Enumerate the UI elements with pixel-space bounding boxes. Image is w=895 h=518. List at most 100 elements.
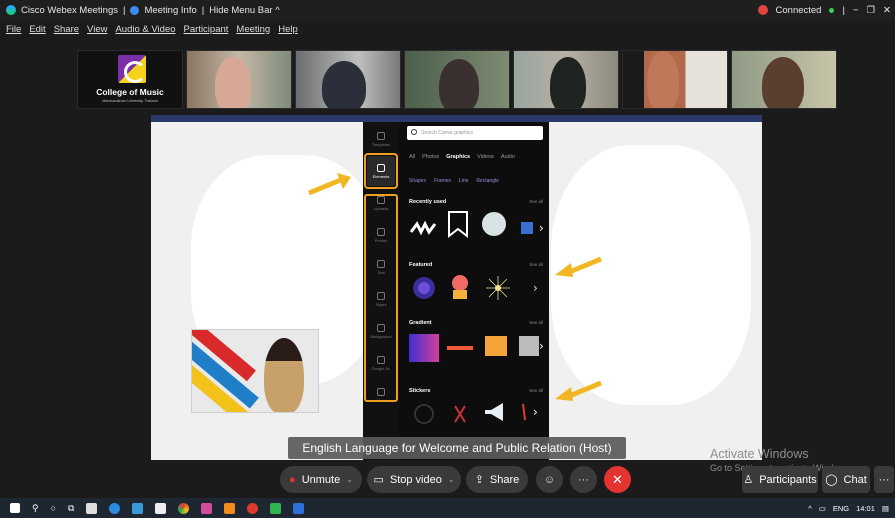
webex-logo-icon: [6, 5, 16, 15]
bookmark-graphic[interactable]: [443, 210, 473, 238]
minimize-button[interactable]: −: [853, 5, 859, 16]
sticker-graphic[interactable]: [445, 400, 475, 428]
participant-tile[interactable]: [622, 50, 728, 109]
svg-text:›: ›: [533, 281, 538, 295]
tab-photos[interactable]: Photos: [422, 154, 439, 160]
participant-tile[interactable]: [513, 50, 619, 109]
see-all-link[interactable]: See all: [529, 262, 543, 267]
participant-tile[interactable]: [186, 50, 292, 109]
presenter-person: [264, 338, 304, 412]
chevron-down-icon[interactable]: ⌄: [448, 475, 455, 484]
sparkle-graphic[interactable]: [483, 274, 513, 302]
sticker-graphic[interactable]: [409, 400, 439, 428]
webex-taskbar-icon[interactable]: [293, 502, 305, 514]
store-icon[interactable]: [86, 502, 98, 514]
presenter-video[interactable]: [191, 329, 319, 413]
chip-shapes[interactable]: Shapes: [409, 178, 426, 184]
app-icon[interactable]: [224, 502, 236, 514]
edge-icon[interactable]: [109, 502, 121, 514]
chip-line[interactable]: Line: [459, 178, 468, 184]
gradient-square-graphic[interactable]: [409, 334, 439, 362]
menu-participant[interactable]: Participant: [184, 24, 229, 35]
mail-icon[interactable]: [132, 502, 144, 514]
menu-meeting[interactable]: Meeting: [236, 24, 270, 35]
search-icon: [411, 129, 417, 135]
tab-all[interactable]: All: [409, 154, 415, 160]
tab-audio[interactable]: Audio: [501, 154, 515, 160]
menu-edit[interactable]: Edit: [29, 24, 45, 35]
app-icon[interactable]: [201, 502, 213, 514]
share-button[interactable]: ⇪ Share: [466, 466, 528, 493]
gradient-frame-graphic[interactable]: ›: [517, 332, 547, 360]
chevron-right-icon[interactable]: ›: [517, 398, 547, 426]
chrome-icon[interactable]: [178, 502, 190, 514]
menu-file[interactable]: File: [6, 24, 21, 35]
more-options-button[interactable]: ···: [570, 466, 597, 493]
menu-view[interactable]: View: [87, 24, 107, 35]
rail-templates[interactable]: Templates: [367, 124, 395, 154]
elements-panel: Search Canva graphics All Photos Graphic…: [403, 122, 549, 460]
app-icon[interactable]: [270, 502, 282, 514]
chip-rectangle[interactable]: Rectangle: [476, 178, 499, 184]
more-panels-button[interactable]: ···: [874, 466, 894, 493]
connected-status[interactable]: Connected: [776, 5, 822, 16]
menu-help[interactable]: Help: [278, 24, 298, 35]
microphone-muted-icon: ●: [289, 473, 296, 486]
stop-video-button[interactable]: ▭ Stop video ⌄: [367, 466, 461, 493]
chevron-down-icon[interactable]: ⌄: [346, 475, 353, 484]
character-graphic[interactable]: [445, 272, 475, 300]
shared-screen[interactable]: Templates Elements Uploads Photos Text S…: [151, 115, 762, 460]
participant-tile-logo[interactable]: College of Music Mahasarakham University…: [77, 50, 183, 109]
participant-tile[interactable]: [731, 50, 837, 109]
menu-share[interactable]: Share: [54, 24, 79, 35]
participant-video: [322, 61, 366, 108]
cortana-icon[interactable]: ○: [51, 503, 56, 513]
svg-text:›: ›: [539, 221, 544, 235]
unmute-button[interactable]: ● Unmute ⌄: [280, 466, 362, 493]
windows-start-icon[interactable]: [10, 503, 20, 513]
menu-bar: File Edit Share View Audio & Video Parti…: [0, 20, 895, 38]
notifications-icon[interactable]: ▤: [882, 504, 889, 513]
highlight-box-elements: [364, 153, 398, 189]
clock[interactable]: 14:01: [856, 504, 875, 513]
chat-button[interactable]: ◯ Chat: [822, 466, 870, 493]
logo-subtitle: Mahasarakham University, Thailand: [102, 99, 158, 103]
chevron-up-icon[interactable]: ^: [808, 504, 812, 513]
zigzag-graphic[interactable]: [409, 214, 439, 242]
cup-graphic[interactable]: ›: [517, 214, 547, 242]
tab-videos[interactable]: Videos: [477, 154, 494, 160]
menu-audio-video[interactable]: Audio & Video: [115, 24, 175, 35]
participants-button[interactable]: ♙ Participants: [742, 466, 818, 493]
stop-video-label: Stop video: [389, 473, 442, 486]
network-icon[interactable]: ▭: [819, 504, 826, 513]
participant-tile[interactable]: [295, 50, 401, 109]
active-speaker-caption: English Language for Welcome and Public …: [288, 437, 626, 459]
graphics-chips: Shapes Frames Line Rectangle: [409, 178, 499, 184]
hide-menu-bar-button[interactable]: Hide Menu Bar ^: [209, 5, 279, 16]
see-all-link[interactable]: See all: [529, 199, 543, 204]
badge-graphic[interactable]: [479, 210, 509, 238]
participant-tile[interactable]: [404, 50, 510, 109]
firework-graphic[interactable]: [409, 274, 439, 302]
app-icon[interactable]: [247, 502, 259, 514]
megaphone-icon[interactable]: [481, 398, 511, 426]
task-view-icon[interactable]: ⧉: [68, 503, 74, 514]
graphics-search-input[interactable]: Search Canva graphics: [407, 126, 543, 140]
logo-title: College of Music: [96, 87, 164, 97]
see-all-link[interactable]: See all: [529, 320, 543, 325]
end-meeting-button[interactable]: ✕: [604, 466, 631, 493]
search-icon[interactable]: ⚲: [32, 503, 39, 514]
reactions-button[interactable]: ☺: [536, 466, 563, 493]
gradient-line-graphic[interactable]: [445, 334, 475, 362]
chip-frames[interactable]: Frames: [434, 178, 451, 184]
restore-button[interactable]: ❐: [867, 5, 876, 16]
tab-graphics[interactable]: Graphics: [446, 154, 470, 160]
chevron-right-icon[interactable]: ›: [521, 274, 551, 302]
gradient-brush-graphic[interactable]: [481, 332, 511, 360]
language-indicator[interactable]: ENG: [833, 504, 849, 513]
close-button[interactable]: ✕: [883, 5, 891, 16]
see-all-link[interactable]: See all: [529, 388, 543, 393]
file-icon[interactable]: [155, 502, 167, 514]
meeting-info-button[interactable]: Meeting Info: [144, 5, 196, 16]
app-title: Cisco Webex Meetings: [21, 4, 118, 16]
